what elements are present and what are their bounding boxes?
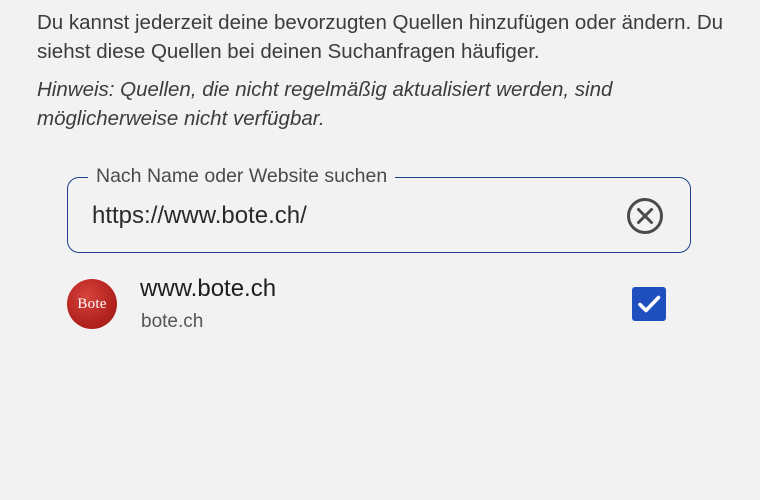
source-logo: Bote [67,279,117,329]
clear-search-button[interactable] [626,197,664,235]
source-title: www.bote.ch [140,275,277,302]
search-field-label: Nach Name oder Website suchen [88,164,396,188]
source-domain: bote.ch [141,311,204,332]
search-field[interactable]: Nach Name oder Website suchen [67,164,691,253]
clear-circle-icon [627,198,663,234]
checkmark-icon [638,295,661,313]
description-text: Du kannst jederzeit deine bevorzugten Qu… [37,11,724,63]
source-checkbox[interactable] [632,287,666,321]
search-input[interactable] [92,198,612,234]
source-logo-text: Bote [77,295,107,312]
hint-text: Hinweis: Quellen, die nicht regelmäßig a… [37,78,613,130]
list-item[interactable]: Bote www.bote.ch bote.ch [67,272,691,342]
